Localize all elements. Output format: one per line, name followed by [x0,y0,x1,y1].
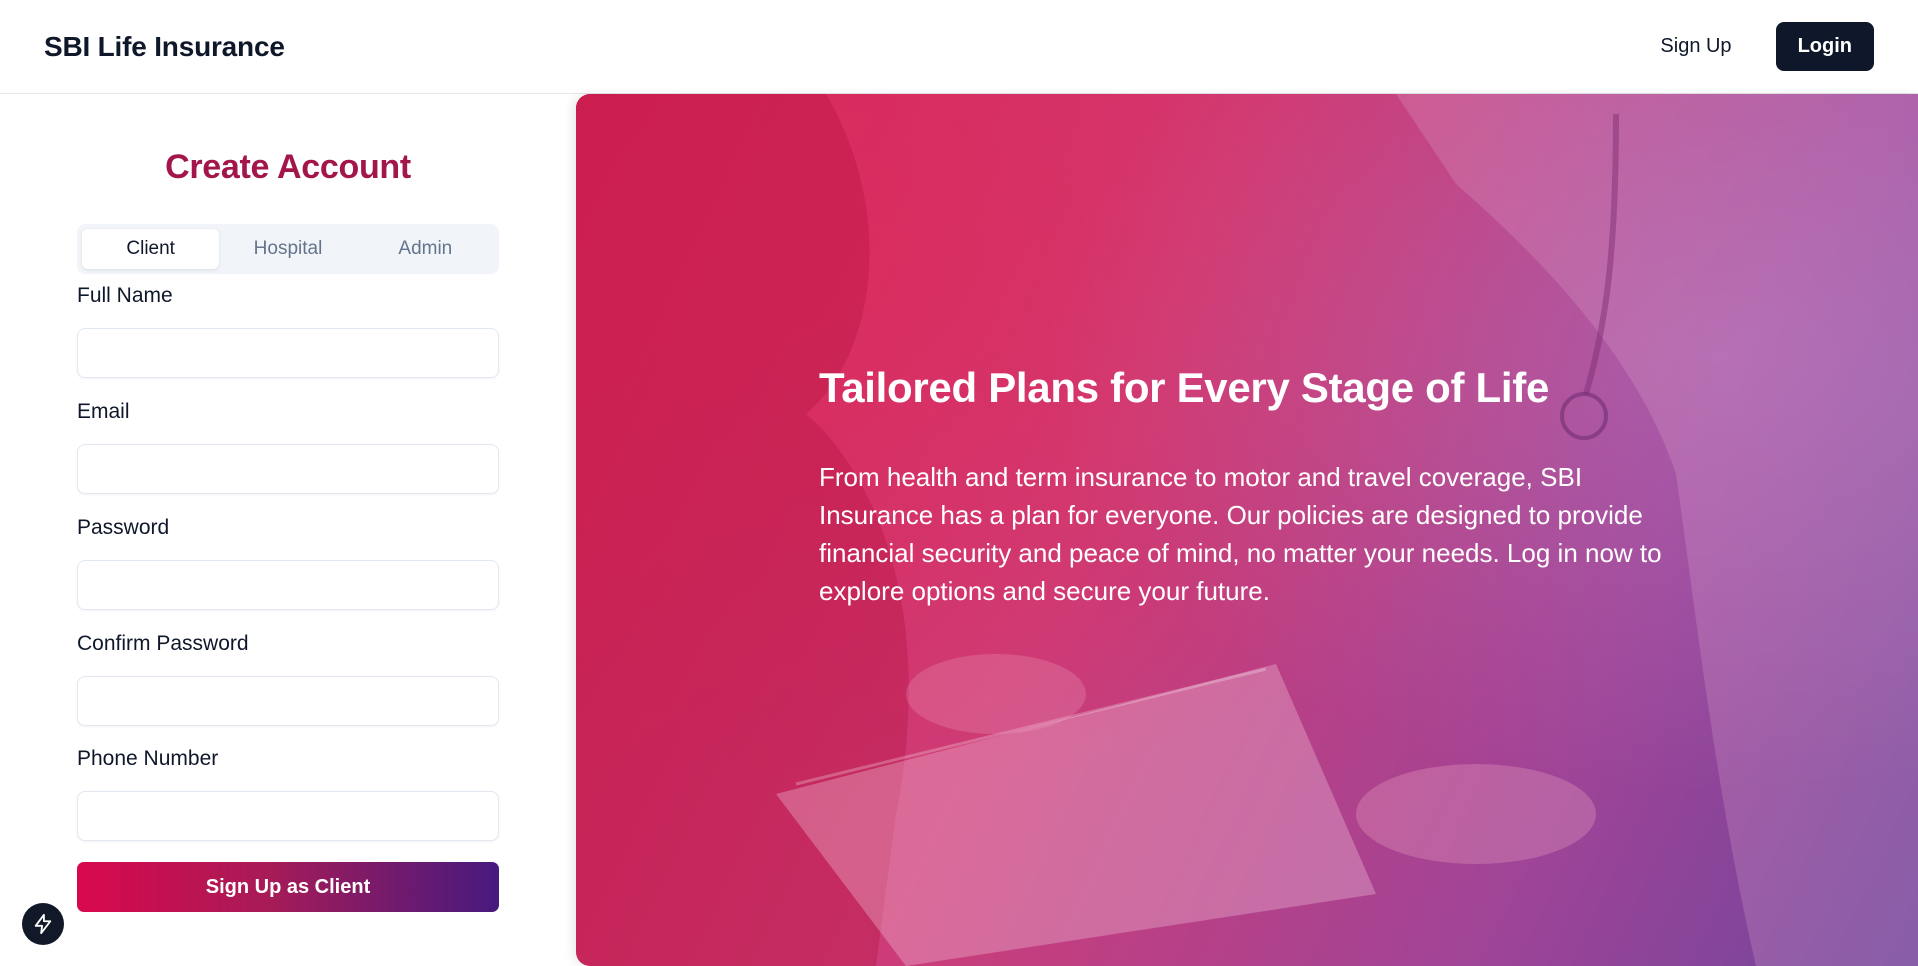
signup-panel: Create Account Client Hospital Admin Ful… [0,94,576,966]
confirm-password-label: Confirm Password [77,632,249,655]
full-name-field[interactable] [77,328,499,378]
nav-signup-button[interactable]: Sign Up [1646,25,1745,68]
nav-login-button[interactable]: Login [1775,22,1874,71]
lightning-bolt-icon [34,913,52,935]
top-navbar: SBI Life Insurance Sign Up Login [0,0,1918,94]
email-label: Email [77,400,130,423]
hero-panel: Tailored Plans for Every Stage of Life F… [576,94,1918,966]
email-field[interactable] [77,444,499,494]
password-label: Password [77,516,170,539]
role-tabs: Client Hospital Admin [77,224,499,274]
signup-submit-button[interactable]: Sign Up as Client [77,862,499,912]
nav-actions: Sign Up Login [1646,22,1874,71]
phone-number-field[interactable] [77,791,499,841]
phone-number-label: Phone Number [77,747,219,770]
tab-admin[interactable]: Admin [357,229,494,269]
form-title: Create Account [165,148,411,186]
hero-title: Tailored Plans for Every Stage of Life [819,364,1550,411]
tab-client[interactable]: Client [82,229,220,269]
full-name-label: Full Name [77,284,173,307]
hero-description: From health and term insurance to motor … [819,462,1662,606]
tab-hospital[interactable]: Hospital [219,229,356,269]
password-field[interactable] [77,560,499,610]
confirm-password-field[interactable] [77,676,499,726]
floating-action-button[interactable] [22,903,64,945]
brand-logo-text[interactable]: SBI Life Insurance [44,31,285,63]
